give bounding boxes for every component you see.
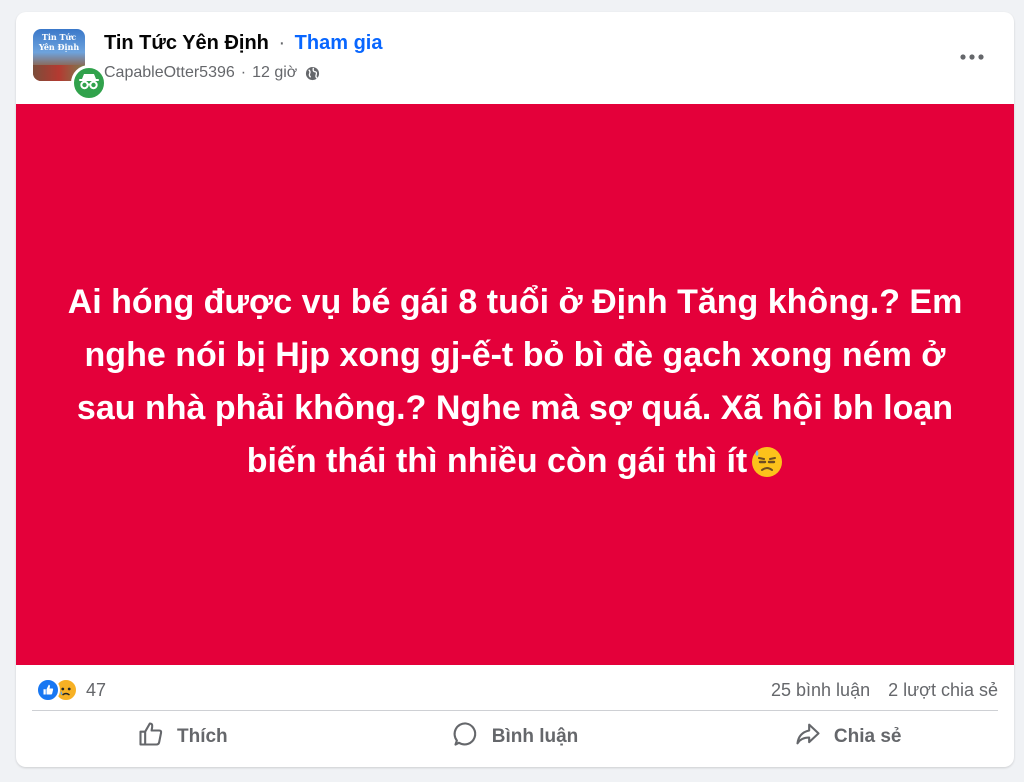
like-icon (36, 678, 60, 702)
post-text: Ai hóng được vụ bé gái 8 tuổi ở Định Tăn… (55, 276, 975, 494)
separator-dot: · (278, 32, 286, 54)
share-count-link[interactable]: 2 lượt chia sẻ (888, 680, 998, 701)
like-button[interactable]: Thích (16, 712, 349, 762)
more-horizontal-icon (960, 47, 984, 65)
globe-icon (305, 66, 320, 81)
post-meta: CapableOtter5396 · 12 giờ (104, 64, 320, 82)
share-arrow-icon (794, 720, 834, 754)
anonymous-incognito-icon (78, 72, 100, 95)
post-text-line: nghe nói bị Hjp xong gj-ế-t bỏ bì đè gạc… (84, 335, 946, 374)
comment-label: Bình luận (491, 726, 579, 747)
post-text-line: biến thái thì nhiều còn gái thì ít (246, 441, 748, 480)
comment-count-link[interactable]: 25 bình luận (771, 680, 870, 701)
post-actions: Thích Bình luận Chia sẻ (16, 712, 1014, 762)
group-name-link[interactable]: Tin Tức Yên Định (104, 32, 269, 54)
post-content: Ai hóng được vụ bé gái 8 tuổi ở Định Tăn… (16, 104, 1014, 665)
post-text-line: Ai hóng được vụ bé gái 8 tuổi ở Định Tăn… (67, 282, 963, 321)
join-group-button[interactable]: Tham gia (295, 32, 383, 54)
post-title-line: Tin Tức Yên Định · Tham gia (104, 32, 382, 55)
comment-button[interactable]: Bình luận (349, 712, 682, 762)
post-timestamp[interactable]: 12 giờ (252, 64, 297, 82)
group-avatar-text: Tin Tức Yên Định (38, 32, 80, 52)
engagement-counts: 25 bình luận 2 lượt chia sẻ (771, 680, 998, 701)
post-text-line-last: biến thái thì nhiều còn gái thì ít (55, 435, 975, 494)
share-label: Chia sẻ (833, 726, 902, 747)
thumbs-up-icon (137, 720, 177, 754)
post-text-line: sau nhà phải không.? Nghe mà sợ quá. Xã … (76, 388, 954, 427)
share-button[interactable]: Chia sẻ (681, 712, 1014, 762)
reaction-count: 47 (86, 679, 107, 700)
comment-bubble-icon (452, 720, 492, 754)
more-options-button[interactable] (954, 42, 990, 70)
reactions-summary[interactable]: 47 (36, 678, 106, 702)
stats-divider (32, 710, 998, 711)
post-stats: 47 25 bình luận 2 lượt chia sẻ (16, 672, 1014, 710)
post-card: Tin Tức Yên Định Tin Tức Yên Định · Tham… (16, 12, 1014, 767)
downcast-face-with-sweat-icon (751, 441, 783, 494)
post-header: Tin Tức Yên Định Tin Tức Yên Định · Tham… (16, 12, 1014, 104)
like-label: Thích (177, 726, 228, 747)
separator-dot: · (240, 64, 247, 81)
user-avatar[interactable] (71, 65, 107, 101)
author-name[interactable]: CapableOtter5396 (104, 64, 235, 82)
